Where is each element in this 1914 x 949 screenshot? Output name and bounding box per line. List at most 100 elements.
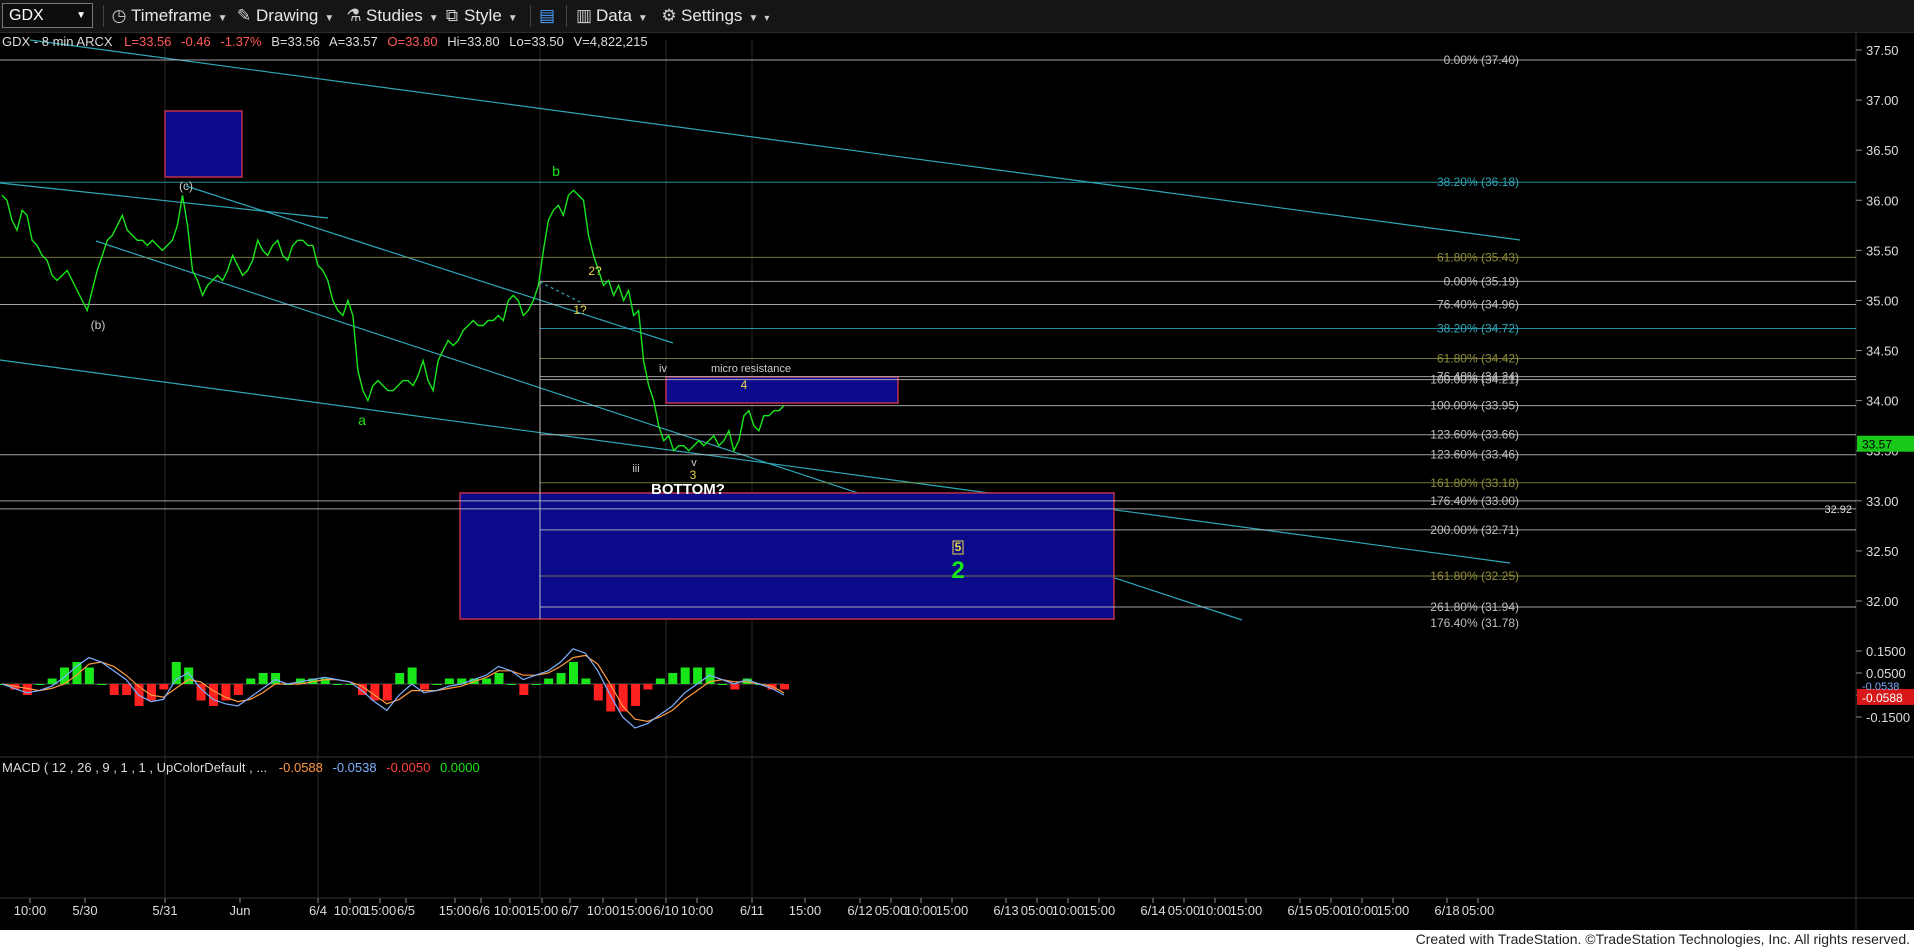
- macd-hist-bar: [233, 684, 243, 695]
- macd-hist-bar: [531, 684, 541, 685]
- price-tick-label: 32.00: [1866, 594, 1899, 609]
- macd-hist-bar: [432, 684, 442, 685]
- macd-hist-bar: [382, 684, 392, 701]
- macd-hist-bar: [680, 667, 690, 684]
- macd-hist-bar: [72, 662, 82, 684]
- macd-hist-bar: [171, 662, 181, 684]
- fib-label: 0.00% (35.19): [1444, 274, 1519, 288]
- macd-hist-bar: [482, 678, 492, 684]
- time-tick-label: 15:00: [526, 903, 559, 918]
- time-tick-label: 10:00: [1199, 903, 1232, 918]
- time-tick-label: 10:00: [587, 903, 620, 918]
- time-tick-label: 10:00: [494, 903, 527, 918]
- fib-label: 123.60% (33.66): [1430, 428, 1519, 442]
- macd-hist-bar: [444, 678, 454, 684]
- wave-label: 1?: [573, 303, 587, 317]
- fib-label: 161.80% (32.25): [1430, 569, 1519, 583]
- price-tick-label: 34.00: [1866, 394, 1899, 409]
- macd-hist-bar: [593, 684, 603, 701]
- time-tick-label: 6/7: [561, 903, 579, 918]
- time-tick-label: 6/12: [847, 903, 872, 918]
- time-tick-label: 15:00: [936, 903, 969, 918]
- price-tick-label: 35.50: [1866, 243, 1899, 258]
- price-tick-label: 35.00: [1866, 293, 1899, 308]
- time-tick-label: 15:00: [789, 903, 822, 918]
- macd-hist-bar: [246, 678, 256, 684]
- macd-hist-bar: [643, 684, 653, 690]
- macd-header: MACD ( 12 , 26 , 9 , 1 , 1 , UpColorDefa…: [2, 760, 480, 775]
- macd-hist-bar: [395, 673, 405, 684]
- time-tick-label: Jun: [230, 903, 251, 918]
- time-tick-label: 10:00: [334, 903, 367, 918]
- time-tick-label: 15:00: [439, 903, 472, 918]
- time-tick-label: 10:00: [14, 903, 47, 918]
- macd-hist-bar: [97, 684, 107, 685]
- price-tick-label: 37.00: [1866, 93, 1899, 108]
- macd-hist-bar: [780, 684, 789, 690]
- price-tick-label: 36.00: [1866, 193, 1899, 208]
- time-tick-label: 6/5: [397, 903, 415, 918]
- time-tick-label: 6/10: [653, 903, 678, 918]
- time-tick-label: 05:00: [875, 903, 908, 918]
- price-panel: [0, 33, 1855, 756]
- macd-hist-bar: [84, 667, 94, 684]
- price-chart[interactable]: 0.00% (37.40) 38.20% (36.18) 61.80% (35.43…: [0, 0, 1914, 930]
- fib-label: 38.20% (34.72): [1437, 322, 1519, 336]
- macd-hist-bar: [35, 684, 45, 685]
- time-axis: 10:00 5/30 5/31 Jun 6/4 10:0015:00 6/5 15:00 6/6…: [14, 898, 1494, 918]
- price-tick-label: 32.50: [1866, 544, 1899, 559]
- time-tick-label: 6/4: [309, 903, 327, 918]
- wave-label: micro resistance: [711, 363, 791, 375]
- macd-tag-label: -0.0588: [1862, 691, 1903, 705]
- fib-label: 61.80% (35.43): [1437, 250, 1519, 264]
- wave-label: b: [552, 163, 560, 179]
- wave-label: 4: [741, 378, 748, 392]
- fib-label: 176.40% (31.78): [1430, 616, 1519, 630]
- macd-hist-bar: [568, 662, 578, 684]
- wave-label: 3: [690, 468, 697, 482]
- fib-label: 123.60% (33.46): [1430, 448, 1519, 462]
- macd-hist-bar: [109, 684, 119, 695]
- macd-hist-bar: [258, 673, 268, 684]
- time-tick-label: 6/18: [1434, 903, 1459, 918]
- time-tick-label: 10:00: [1052, 903, 1085, 918]
- time-tick-label: 5/30: [72, 903, 97, 918]
- fib-label: 76.40% (34.96): [1437, 297, 1519, 311]
- macd-tick-label: -0.1500: [1866, 710, 1910, 725]
- macd-hist-bar: [494, 673, 504, 684]
- fib-label: 0.00% (37.40): [1444, 53, 1519, 67]
- wave-label: BOTTOM?: [651, 481, 725, 498]
- macd-hist-bar: [271, 673, 281, 684]
- macd-hist-bar: [556, 673, 566, 684]
- price-tick-label: 37.50: [1866, 43, 1899, 58]
- time-tick-label: 15:00: [620, 903, 653, 918]
- time-tick-label: 15:00: [1083, 903, 1116, 918]
- time-tick-label: 6/11: [740, 903, 764, 918]
- time-tick-label: 5/31: [152, 903, 177, 918]
- wave-label: iv: [659, 363, 667, 375]
- micro-resistance-box: [665, 376, 899, 404]
- fib-label: 61.80% (34.42): [1437, 352, 1519, 366]
- footer: Created with TradeStation. ©TradeStation…: [0, 930, 1914, 949]
- last-price-label: 33.57: [1862, 438, 1892, 452]
- fib-label: 200.00% (32.71): [1430, 523, 1519, 537]
- wave-label: 2: [951, 557, 964, 584]
- macd-tick-label: 0.0500: [1866, 666, 1906, 681]
- macd-hist-bar: [668, 673, 678, 684]
- time-tick-label: 6/13: [993, 903, 1018, 918]
- fib-label: 100.00% (34.21): [1430, 373, 1519, 387]
- time-tick-label: 10:00: [681, 903, 714, 918]
- macd-hist-bar: [655, 678, 665, 684]
- time-tick-label: 10:00: [905, 903, 938, 918]
- fib-label: 176.40% (33.00): [1430, 494, 1519, 508]
- price-tick-label: 34.50: [1866, 344, 1899, 359]
- time-tick-label: 15:00: [1377, 903, 1410, 918]
- macd-hist-bar: [631, 684, 641, 706]
- wave-label: 5: [955, 540, 962, 554]
- time-tick-label: 05:00: [1315, 903, 1348, 918]
- support-zone: [459, 492, 1115, 620]
- time-tick-label: 15:00: [1230, 903, 1263, 918]
- fib-label: 100.00% (33.95): [1430, 399, 1519, 413]
- macd-hist-bar: [730, 684, 740, 690]
- time-tick-label: 10:00: [1346, 903, 1379, 918]
